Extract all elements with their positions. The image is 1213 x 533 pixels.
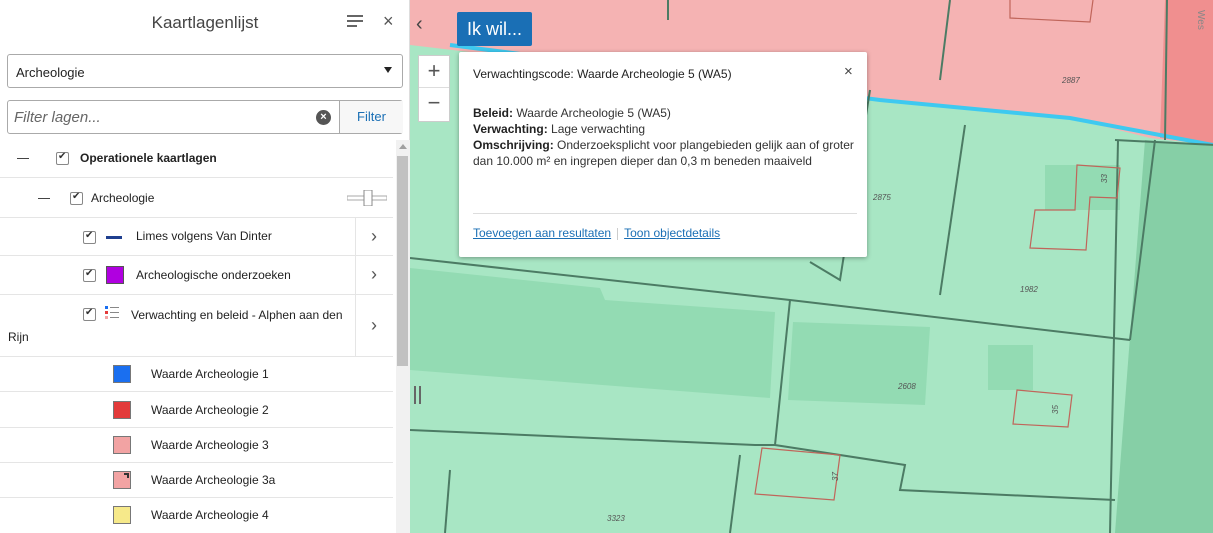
layer-filter: × Filter bbox=[7, 100, 403, 134]
theme-select-value: Archeologie bbox=[16, 65, 85, 80]
layer-label: Archeologische onderzoeken bbox=[136, 268, 291, 282]
map-view[interactable]: 2887 2875 1982 2608 3323 33 35 37 Wes ‹ … bbox=[410, 0, 1213, 533]
panel-header: Kaartlagenlijst × bbox=[0, 0, 410, 44]
root-checkbox[interactable] bbox=[56, 151, 69, 165]
legend-item: Waarde Archeologie 4 bbox=[0, 498, 393, 533]
collapse-icon[interactable] bbox=[38, 198, 50, 199]
zoom-out-button[interactable]: − bbox=[419, 88, 449, 120]
scrollbar-thumb[interactable] bbox=[397, 156, 408, 366]
ik-wil-button[interactable]: Ik wil... bbox=[457, 12, 533, 46]
layer-label: Limes volgens Van Dinter bbox=[136, 229, 272, 243]
theme-select[interactable]: Archeologie bbox=[7, 54, 403, 88]
tree-group-row: Archeologie bbox=[0, 178, 393, 218]
legend-swatch bbox=[113, 365, 131, 383]
legend-swatch bbox=[113, 401, 131, 419]
legend-label: Waarde Archeologie 3a bbox=[151, 473, 276, 487]
verwachting-key: Verwachting: bbox=[473, 122, 548, 136]
layer-checkbox[interactable] bbox=[83, 230, 96, 244]
legend-swatch bbox=[113, 506, 131, 524]
show-details-link[interactable]: Toon objectdetails bbox=[624, 226, 720, 240]
legend-item: Waarde Archeologie 3 bbox=[0, 428, 393, 463]
legend-label: Waarde Archeologie 1 bbox=[151, 367, 269, 381]
parcel-number: 2887 bbox=[1062, 76, 1080, 85]
parcel-number: 2875 bbox=[873, 193, 891, 202]
transparency-slider-icon[interactable] bbox=[347, 190, 387, 206]
legend-swatch bbox=[113, 436, 131, 454]
tree-root-row: Operationele kaartlagen bbox=[0, 140, 393, 178]
tree-scrollbar[interactable] bbox=[396, 140, 410, 533]
legend-label: Waarde Archeologie 3 bbox=[151, 438, 269, 452]
collapse-icon[interactable] bbox=[17, 158, 29, 159]
layer-label: Verwachting en beleid - Alphen aan den R… bbox=[8, 308, 343, 344]
tree-root-label: Operationele kaartlagen bbox=[80, 151, 217, 165]
feature-popup: Verwachtingscode: Waarde Archeologie 5 (… bbox=[459, 52, 867, 257]
close-icon[interactable]: × bbox=[383, 11, 394, 31]
line-symbol-icon bbox=[106, 236, 122, 239]
clear-filter-icon[interactable]: × bbox=[316, 110, 331, 125]
house-number: 35 bbox=[1050, 405, 1060, 414]
chevron-right-icon[interactable]: › bbox=[371, 226, 377, 247]
layer-checkbox[interactable] bbox=[83, 268, 96, 282]
house-number: 33 bbox=[1099, 174, 1109, 183]
fill-symbol-icon bbox=[106, 266, 124, 284]
menu-icon[interactable] bbox=[347, 15, 363, 29]
house-number: 37 bbox=[830, 472, 840, 481]
layer-row[interactable]: Verwachting en beleid - Alphen aan den R… bbox=[0, 295, 393, 357]
street-label: Wes bbox=[1195, 10, 1206, 30]
beleid-value: Waarde Archeologie 5 (WA5) bbox=[516, 106, 671, 120]
legend-item: Waarde Archeologie 1 bbox=[0, 357, 393, 392]
parcel-number: 1982 bbox=[1020, 285, 1038, 294]
parcel-number: 3323 bbox=[607, 514, 625, 523]
chevron-right-icon[interactable]: › bbox=[371, 264, 377, 285]
popup-title: Verwachtingscode: Waarde Archeologie 5 (… bbox=[473, 67, 732, 81]
collapse-panel-icon[interactable]: ‹ bbox=[416, 14, 423, 34]
legend-swatch bbox=[113, 471, 131, 489]
popup-links: Toevoegen aan resultaten Toon objectdetai… bbox=[473, 226, 720, 240]
filter-button[interactable]: Filter bbox=[339, 101, 403, 133]
panel-resize-handle[interactable] bbox=[414, 386, 421, 404]
legend-item: Waarde Archeologie 2 bbox=[0, 392, 393, 428]
filter-input[interactable] bbox=[8, 101, 338, 133]
close-icon[interactable]: × bbox=[844, 63, 853, 80]
omschrijving-key: Omschrijving: bbox=[473, 138, 554, 152]
beleid-key: Beleid: bbox=[473, 106, 514, 120]
tree-group-label: Archeologie bbox=[91, 191, 155, 205]
dropdown-caret-icon bbox=[384, 67, 392, 73]
layer-list-panel: Kaartlagenlijst × Archeologie × Filter O… bbox=[0, 0, 410, 533]
popup-divider bbox=[473, 213, 857, 214]
group-checkbox[interactable] bbox=[70, 191, 83, 205]
legend-item: Waarde Archeologie 3a bbox=[0, 463, 393, 498]
add-to-results-link[interactable]: Toevoegen aan resultaten bbox=[473, 226, 611, 240]
layer-row[interactable]: Limes volgens Van Dinter › bbox=[0, 218, 393, 256]
popup-body: Beleid: Waarde Archeologie 5 (WA5) Verwa… bbox=[473, 105, 858, 169]
layer-row[interactable]: Archeologische onderzoeken › bbox=[0, 256, 393, 295]
chevron-right-icon[interactable]: › bbox=[371, 315, 377, 336]
scroll-up-icon[interactable] bbox=[399, 144, 407, 149]
layer-tree: Operationele kaartlagen Archeologie Lime… bbox=[0, 140, 396, 533]
parcel-number: 2608 bbox=[898, 382, 916, 391]
zoom-control: + − bbox=[418, 55, 450, 122]
legend-label: Waarde Archeologie 4 bbox=[151, 508, 269, 522]
verwachting-value: Lage verwachting bbox=[551, 122, 646, 136]
legend-label: Waarde Archeologie 2 bbox=[151, 403, 269, 417]
zoom-in-button[interactable]: + bbox=[419, 56, 449, 88]
